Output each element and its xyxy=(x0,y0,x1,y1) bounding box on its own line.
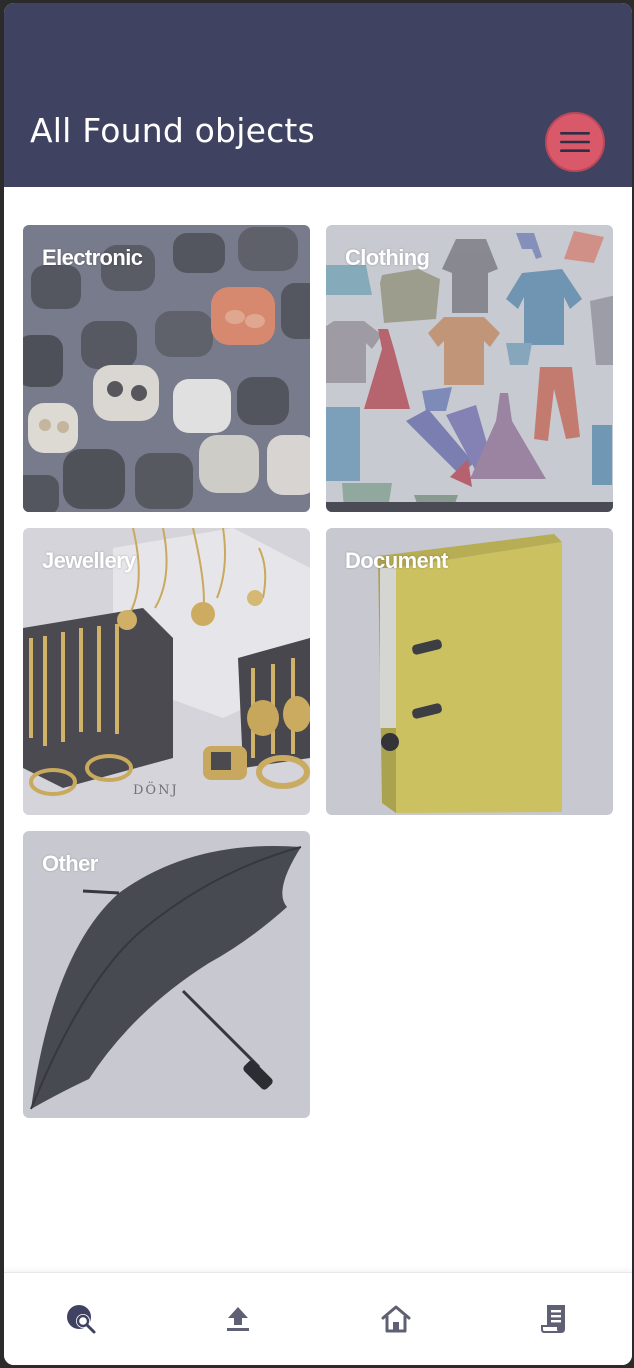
category-tile-jewellery[interactable]: DÖNJ Jewellery xyxy=(23,528,310,815)
app-header: All Found objects xyxy=(4,3,632,187)
home-icon xyxy=(381,1305,411,1333)
page-title: All Found objects xyxy=(30,111,315,150)
nav-home-button[interactable] xyxy=(376,1299,416,1339)
app-screen: All Found objects Electronic Clothing DÖ… xyxy=(4,3,632,1365)
category-label: Jewellery xyxy=(42,548,136,573)
category-label: Document xyxy=(345,548,448,573)
category-label: Electronic xyxy=(42,245,143,270)
nav-reports-button[interactable] xyxy=(534,1299,574,1339)
upload-icon xyxy=(227,1307,249,1331)
category-label: Other xyxy=(42,851,98,876)
category-tile-electronic[interactable]: Electronic xyxy=(23,225,310,512)
bottom-navigation-bar xyxy=(4,1272,632,1365)
nav-upload-button[interactable] xyxy=(218,1299,258,1339)
category-label: Clothing xyxy=(345,245,430,270)
report-list-icon xyxy=(541,1305,565,1333)
category-tile-clothing[interactable]: Clothing xyxy=(326,225,613,512)
category-tile-document[interactable]: Document xyxy=(326,528,613,815)
hamburger-menu-icon xyxy=(560,132,590,152)
nav-search-found-button[interactable] xyxy=(62,1299,102,1339)
category-tile-other[interactable]: Other xyxy=(23,831,310,1118)
menu-button[interactable] xyxy=(545,112,605,172)
search-found-icon xyxy=(67,1305,96,1334)
